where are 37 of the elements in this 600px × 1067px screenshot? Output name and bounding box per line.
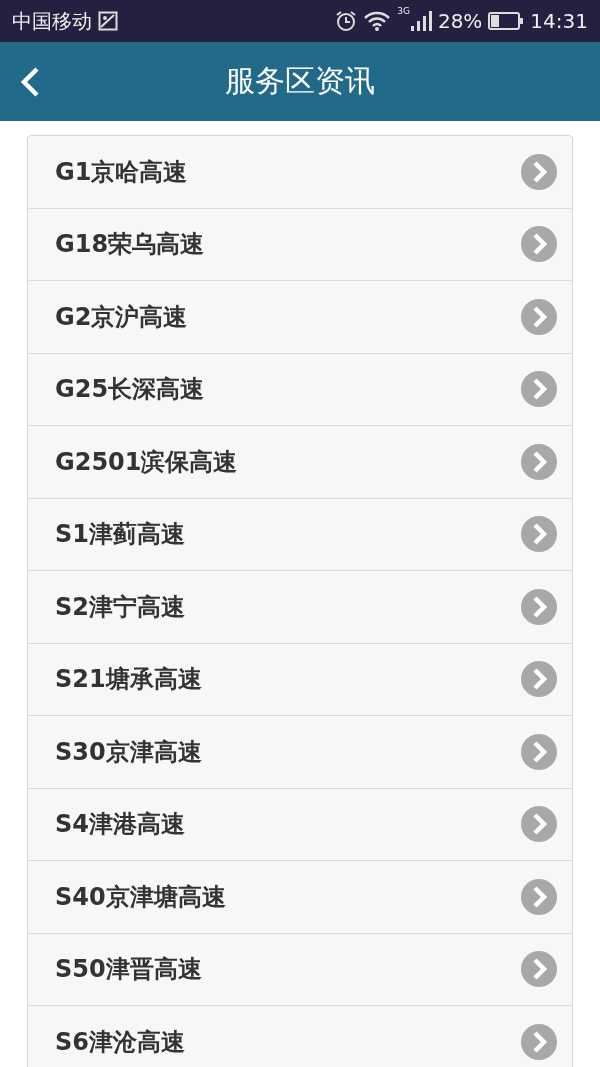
highway-item[interactable]: G2京沪高速 (28, 281, 572, 354)
chevron-right-icon (521, 806, 557, 843)
chevron-right-icon (521, 588, 557, 625)
image-icon (98, 11, 118, 31)
chevron-right-icon (521, 951, 557, 988)
wifi-icon (363, 11, 392, 31)
chevron-right-icon (521, 878, 557, 915)
chevron-right-icon (521, 1023, 557, 1060)
chevron-right-icon (521, 371, 557, 408)
clock-time: 14:31 (530, 9, 588, 33)
highway-item[interactable]: S6津沧高速 (28, 1006, 572, 1067)
chevron-right-icon (521, 733, 557, 770)
highway-item[interactable]: S2津宁高速 (28, 571, 572, 644)
chevron-right-icon (521, 443, 557, 480)
highway-item[interactable]: S4津港高速 (28, 788, 572, 861)
highway-item[interactable]: S30京津高速 (28, 716, 572, 789)
highway-item[interactable]: S21塘承高速 (28, 643, 572, 716)
chevron-right-icon (521, 661, 557, 698)
battery-icon (488, 12, 525, 30)
chevron-right-icon (521, 516, 557, 553)
chevron-right-icon (521, 153, 557, 190)
chevron-right-icon (521, 226, 557, 263)
carrier-name: 中国移动 (12, 7, 92, 35)
highway-item[interactable]: S1津蓟高速 (28, 498, 572, 571)
back-icon (18, 66, 42, 98)
highway-item[interactable]: G1京哈高速 (28, 136, 572, 209)
chevron-right-icon (521, 298, 557, 335)
signal-icon (409, 11, 432, 31)
alarm-icon (335, 10, 358, 32)
highway-item[interactable]: G2501滨保高速 (28, 426, 572, 499)
highway-item[interactable]: S50津晋高速 (28, 933, 572, 1006)
highway-item[interactable]: G25长深高速 (28, 353, 572, 426)
highway-item[interactable]: S40京津塘高速 (28, 861, 572, 934)
page-title: 服务区资讯 (225, 62, 375, 100)
battery-percent: 28% (437, 9, 483, 33)
highway-item[interactable]: G18荣乌高速 (28, 208, 572, 281)
network-type: 3G (397, 6, 410, 16)
